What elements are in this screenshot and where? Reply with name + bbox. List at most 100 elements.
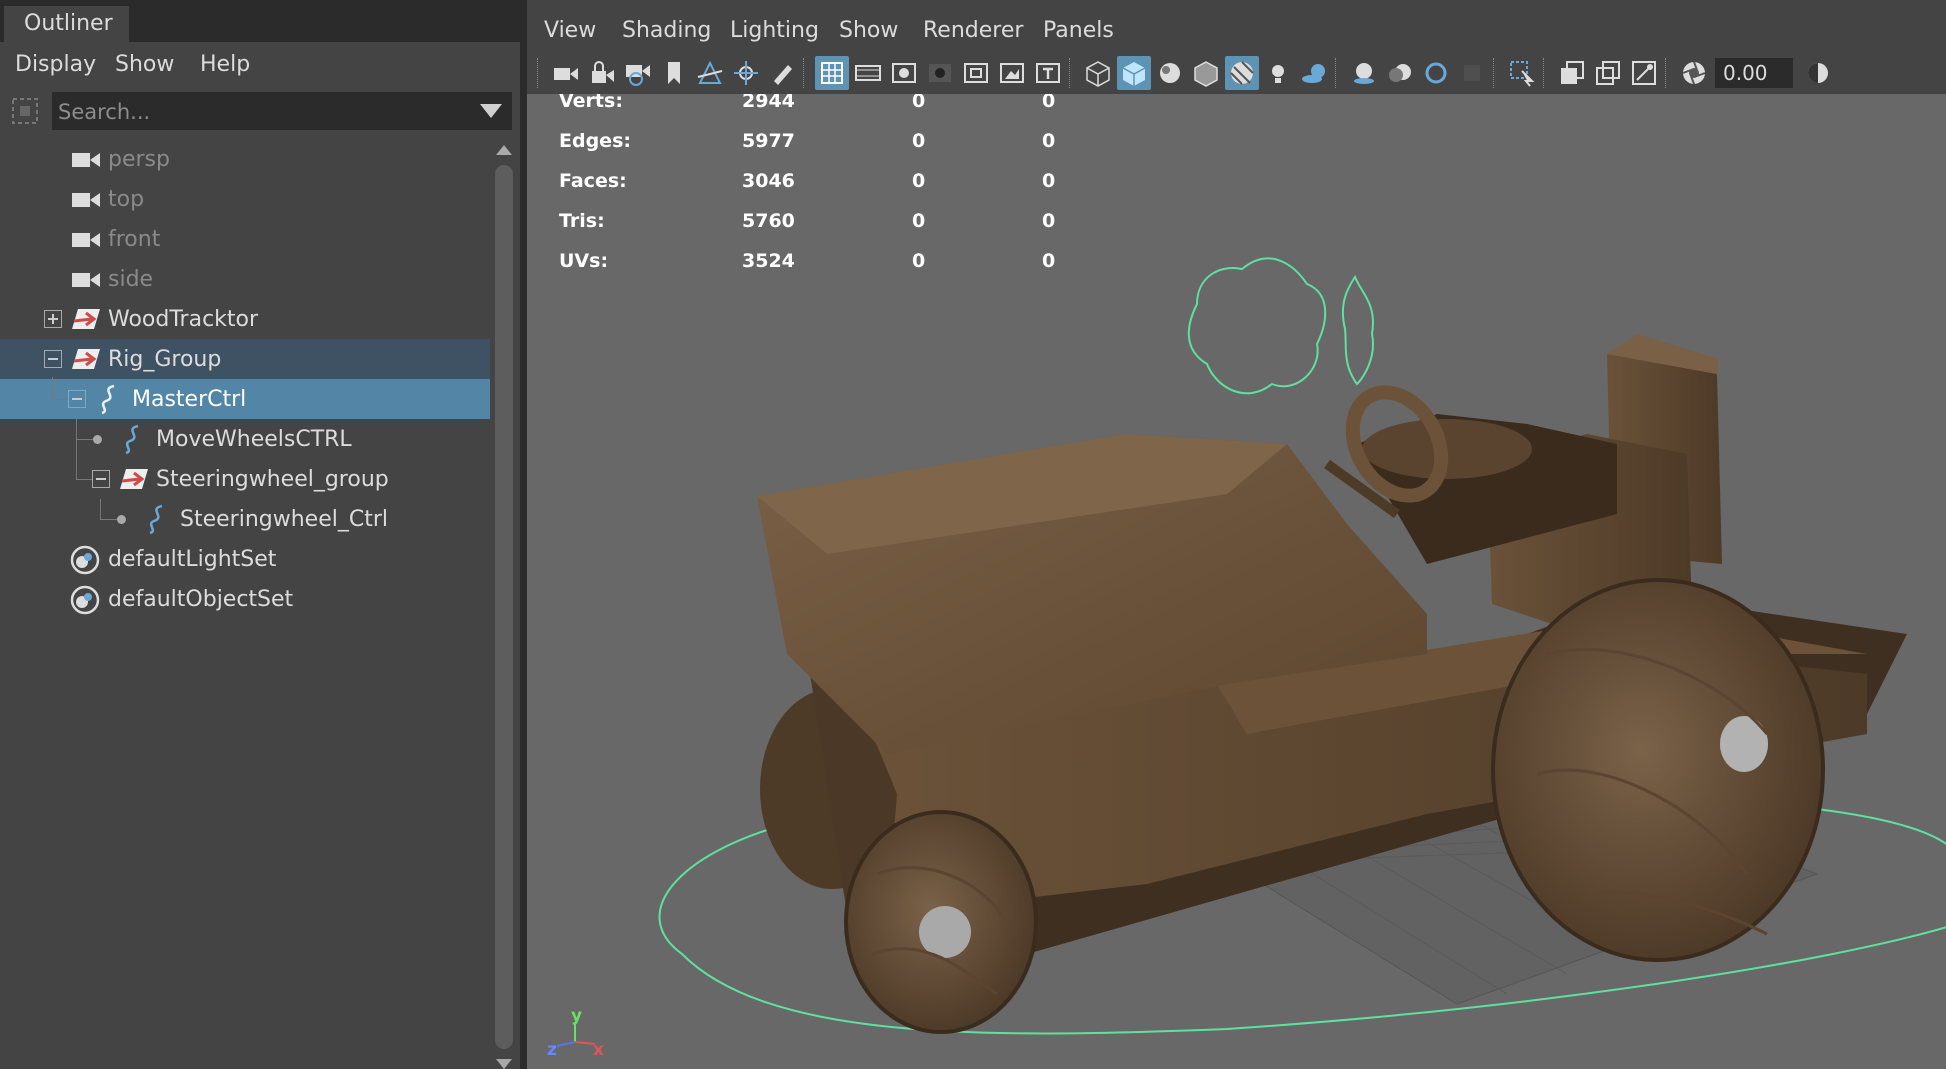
menu-display[interactable]: Display [15, 52, 96, 77]
outliner-item-rig-group[interactable]: Rig_Group [0, 339, 490, 379]
outliner-item-movewheelsctrl[interactable]: MoveWheelsCTRL [0, 419, 490, 459]
camera-icon [72, 193, 100, 207]
scroll-down-icon[interactable] [496, 1059, 512, 1069]
filter-icon[interactable] [10, 96, 40, 126]
scroll-up-icon[interactable] [496, 145, 512, 155]
outliner-item-steeringwheel-ctrl[interactable]: Steeringwheel_Ctrl [0, 499, 490, 539]
gamma-icon[interactable] [1801, 56, 1835, 90]
collapse-icon[interactable] [44, 350, 62, 368]
select-camera-icon[interactable] [549, 56, 583, 90]
toolbar-separator [1069, 58, 1073, 88]
hud-value: 3524 [742, 250, 795, 272]
set-icon [70, 585, 100, 615]
resolution-gate-icon[interactable] [887, 56, 921, 90]
outliner-item-front[interactable]: front [0, 219, 490, 259]
menu-help[interactable]: Help [200, 52, 250, 77]
search-input[interactable] [56, 92, 460, 132]
menu-panels[interactable]: Panels [1043, 18, 1114, 43]
search-dropdown-icon[interactable] [480, 104, 502, 118]
outliner-item-masterctrl[interactable]: MasterCtrl [0, 377, 490, 419]
isolate-select-icon[interactable] [1505, 56, 1539, 90]
outliner-item-persp[interactable]: persp [0, 139, 490, 179]
nurbs-curve-icon [149, 504, 163, 535]
search-row [0, 90, 520, 134]
collapse-icon[interactable] [92, 470, 110, 488]
image-plane-icon[interactable] [693, 56, 727, 90]
outliner-tab-bar: Outliner [0, 0, 520, 42]
outliner-item-defaultlightset[interactable]: defaultLightSet [0, 539, 490, 579]
outliner-item-woodtracktor[interactable]: WoodTracktor [0, 299, 490, 339]
hud-value: 0 [1042, 94, 1056, 112]
hud-value: 5760 [742, 210, 795, 232]
wireframe-on-shaded-icon[interactable] [1189, 56, 1223, 90]
grid-icon[interactable] [815, 56, 849, 90]
outliner-item-top[interactable]: top [0, 179, 490, 219]
safe-action-icon[interactable] [995, 56, 1029, 90]
exposure-field[interactable]: 0.00 [1715, 58, 1793, 88]
shadows-icon[interactable] [1297, 56, 1331, 90]
outliner-tree: persp top front side WoodTracktor Rig_Gr… [0, 139, 490, 1069]
lock-camera-icon[interactable] [585, 56, 619, 90]
scrollbar-thumb[interactable] [495, 165, 513, 1049]
axis-z-label: z [547, 1040, 557, 1060]
hud-value: 0 [912, 250, 926, 272]
hud-label: Tris: [559, 210, 605, 232]
collapse-icon[interactable] [68, 390, 86, 408]
viewport-scene[interactable] [527, 94, 1946, 1069]
outliner-panel: Outliner Display Show Help persp top fro… [0, 0, 520, 1069]
menu-renderer[interactable]: Renderer [923, 18, 1023, 43]
default-material-icon[interactable] [1153, 56, 1187, 90]
panel-divider[interactable] [520, 0, 527, 1069]
menu-lighting[interactable]: Lighting [730, 18, 819, 43]
search-box [52, 92, 512, 132]
wireframe-icon[interactable] [1081, 56, 1115, 90]
expand-icon[interactable] [44, 310, 62, 328]
outliner-tab[interactable]: Outliner [4, 6, 129, 42]
safe-title-icon[interactable] [1031, 56, 1065, 90]
outliner-menubar: Display Show Help [0, 42, 520, 88]
anti-aliasing-icon[interactable] [1419, 56, 1453, 90]
transform-group-icon [72, 349, 100, 369]
steeringwheel-secondary-curve [1341, 274, 1374, 386]
tree-line [52, 399, 68, 400]
lights-icon[interactable] [1261, 56, 1295, 90]
nurbs-curve-icon [101, 384, 115, 415]
outliner-item-defaultobjectset[interactable]: defaultObjectSet [0, 579, 490, 619]
menu-shading[interactable]: Shading [622, 18, 711, 43]
field-chart-icon[interactable] [959, 56, 993, 90]
menu-show[interactable]: Show [839, 18, 898, 43]
film-gate-icon[interactable] [851, 56, 885, 90]
toolbar-separator [537, 58, 541, 88]
xray-joints-icon[interactable] [1627, 56, 1661, 90]
hud-value: 0 [1042, 130, 1056, 152]
smooth-shade-icon[interactable] [1117, 56, 1151, 90]
hud-value: 5977 [742, 130, 795, 152]
depth-of-field-icon[interactable] [1455, 56, 1489, 90]
hud-value: 0 [1042, 250, 1056, 272]
outliner-item-steeringwheel-group[interactable]: Steeringwheel_group [0, 459, 490, 499]
camera-icon [72, 153, 100, 167]
menu-show[interactable]: Show [115, 52, 174, 77]
hud-value: 0 [912, 210, 926, 232]
3d-viewport[interactable]: Verts: 2944 0 0 Edges: 5977 0 0 Faces: 3… [527, 94, 1946, 1069]
menu-view[interactable]: View [544, 18, 596, 43]
bookmark-icon[interactable] [657, 56, 691, 90]
panel-menubar: View Shading Lighting Show Renderer Pane… [527, 8, 1946, 52]
hud-label: Verts: [559, 94, 623, 112]
outliner-scrollbar[interactable] [492, 139, 516, 1069]
2d-pan-zoom-icon[interactable] [729, 56, 763, 90]
exposure-icon[interactable] [1677, 56, 1711, 90]
motion-blur-icon[interactable] [1383, 56, 1417, 90]
camera-icon [72, 273, 100, 287]
xray-active-components-icon[interactable] [1591, 56, 1625, 90]
textured-icon[interactable] [1225, 56, 1259, 90]
nurbs-curve-icon [125, 424, 139, 455]
tree-line [100, 499, 101, 519]
toolbar-separator [1543, 58, 1547, 88]
xray-icon[interactable] [1555, 56, 1589, 90]
grease-pencil-icon[interactable] [765, 56, 799, 90]
camera-attributes-icon[interactable] [621, 56, 655, 90]
gate-mask-icon[interactable] [923, 56, 957, 90]
outliner-item-side[interactable]: side [0, 259, 490, 299]
screen-space-ao-icon[interactable] [1347, 56, 1381, 90]
